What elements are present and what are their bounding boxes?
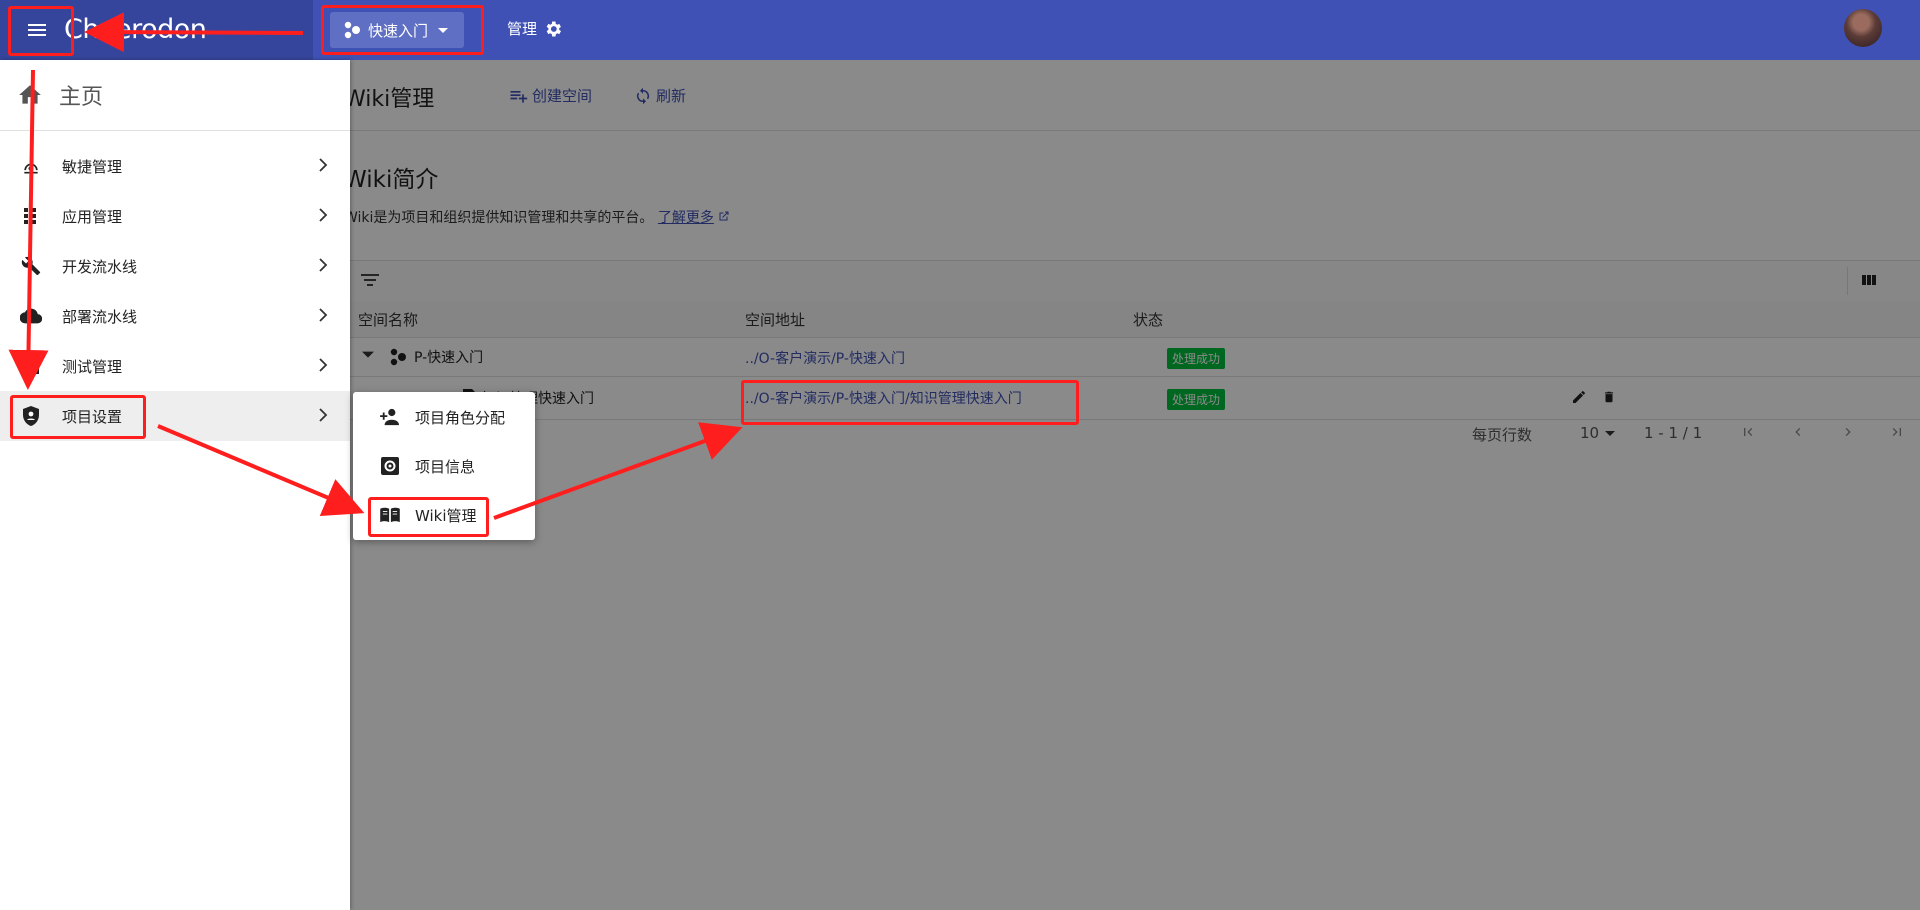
nav-item-label: 测试管理 bbox=[62, 357, 123, 376]
home-icon bbox=[17, 82, 43, 108]
chevron-right-icon bbox=[318, 358, 328, 372]
chevron-right-icon bbox=[318, 258, 328, 272]
nav-item-project-settings[interactable]: 项目设置 bbox=[0, 391, 350, 441]
nav-item-agile[interactable]: 敏捷管理 bbox=[0, 141, 350, 191]
menu-button[interactable] bbox=[8, 7, 66, 53]
chevron-right-icon bbox=[318, 158, 328, 172]
caret-down-icon bbox=[438, 25, 449, 35]
book-icon bbox=[379, 507, 401, 523]
brand-area: Choerodon bbox=[0, 0, 313, 60]
nav-item-label: 敏捷管理 bbox=[62, 157, 123, 176]
top-bar: Choerodon 快速入门 管理 bbox=[0, 0, 1920, 60]
shield-icon bbox=[20, 406, 42, 426]
nav-item-dev-pipeline[interactable]: 开发流水线 bbox=[0, 241, 350, 291]
cloud-icon bbox=[20, 307, 42, 325]
submenu-item-role-assignment[interactable]: 项目角色分配 bbox=[353, 394, 535, 440]
avatar[interactable] bbox=[1844, 9, 1882, 47]
nav-home-label: 主页 bbox=[59, 85, 104, 110]
manage-label: 管理 bbox=[507, 20, 538, 38]
project-selector-label: 快速入门 bbox=[368, 21, 429, 40]
modal-overlay[interactable] bbox=[313, 60, 1920, 910]
brand-name: Choerodon bbox=[64, 14, 207, 45]
wrench-icon bbox=[20, 256, 42, 276]
agile-icon bbox=[20, 156, 42, 176]
project-settings-submenu: 项目角色分配 项目信息 Wiki管理 bbox=[353, 392, 535, 540]
nav-item-test[interactable]: 测试管理 bbox=[0, 341, 350, 391]
project-icon bbox=[342, 20, 362, 40]
nav-home[interactable]: 主页 bbox=[0, 60, 350, 131]
nav-item-label: 部署流水线 bbox=[62, 307, 138, 326]
submenu-item-label: 项目角色分配 bbox=[415, 408, 506, 427]
submenu-item-wiki[interactable]: Wiki管理 bbox=[353, 492, 535, 538]
project-selector[interactable]: 快速入门 bbox=[330, 12, 464, 48]
submenu-item-project-info[interactable]: 项目信息 bbox=[353, 443, 535, 489]
nav-item-apps[interactable]: 应用管理 bbox=[0, 191, 350, 241]
settings-box-icon bbox=[379, 457, 401, 475]
test-icon bbox=[20, 357, 42, 375]
chevron-right-icon bbox=[318, 408, 328, 422]
nav-item-deploy-pipeline[interactable]: 部署流水线 bbox=[0, 291, 350, 341]
nav-item-label: 开发流水线 bbox=[62, 257, 138, 276]
side-nav: 主页 敏捷管理 应用管理 开发流水线 部署流水线 测试管理 项目设置 bbox=[0, 60, 350, 910]
gear-icon bbox=[543, 19, 563, 39]
person-add-icon bbox=[379, 408, 401, 426]
submenu-item-label: 项目信息 bbox=[415, 457, 476, 476]
submenu-item-label: Wiki管理 bbox=[415, 506, 477, 525]
apps-icon bbox=[20, 207, 42, 225]
nav-item-label: 项目设置 bbox=[62, 407, 123, 426]
chevron-right-icon bbox=[318, 208, 328, 222]
chevron-right-icon bbox=[318, 308, 328, 322]
manage-button[interactable]: 管理 bbox=[507, 18, 563, 39]
hamburger-icon bbox=[25, 18, 49, 42]
nav-item-label: 应用管理 bbox=[62, 207, 123, 226]
